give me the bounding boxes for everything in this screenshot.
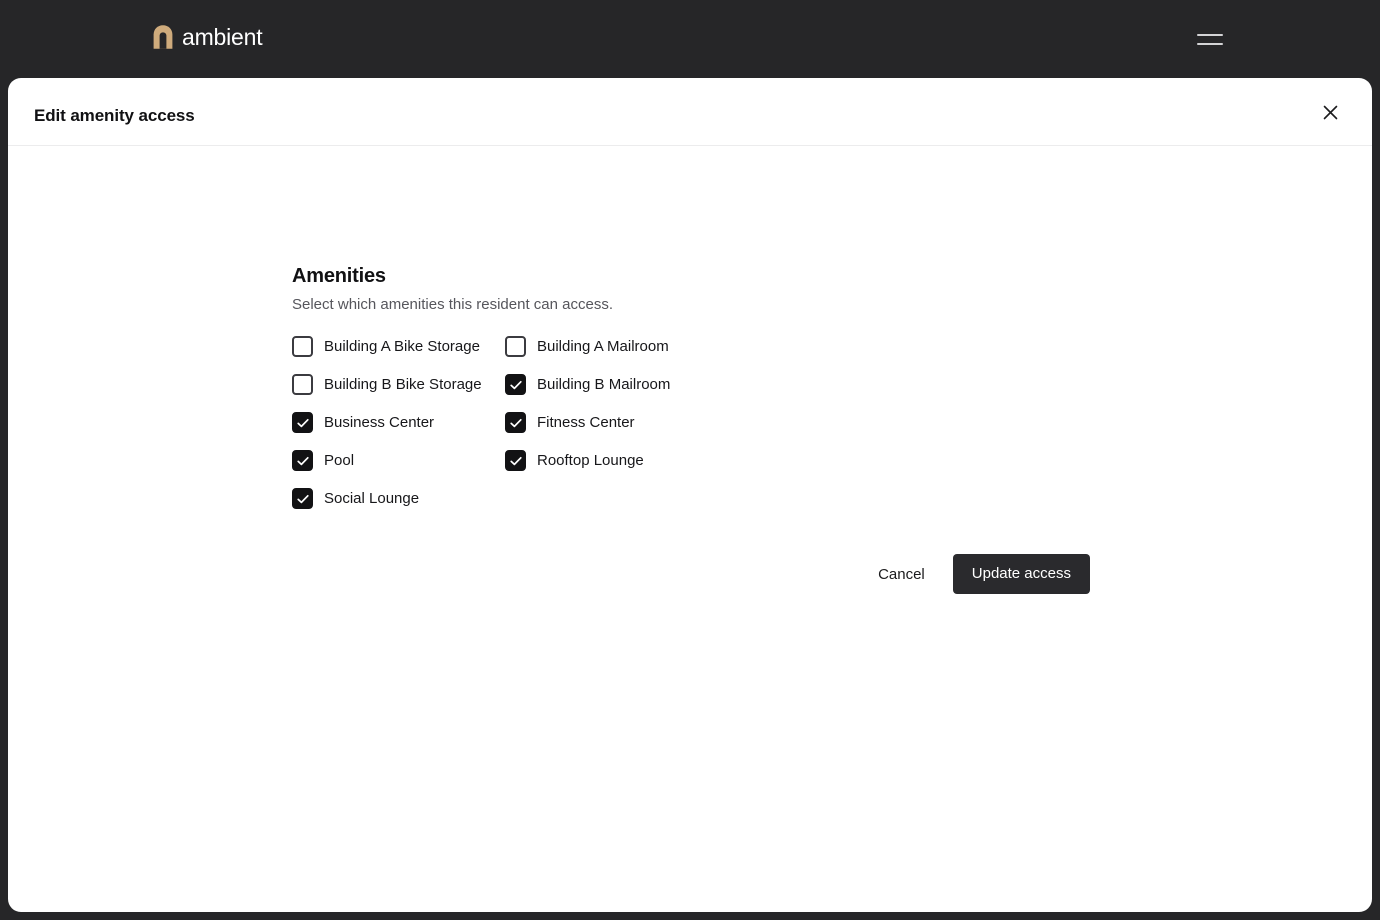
amenity-label: Social Lounge: [324, 489, 420, 507]
amenity-item[interactable]: Social Lounge: [292, 487, 505, 510]
app-bar: ambient: [0, 0, 1380, 78]
modal-actions: Cancel Update access: [292, 554, 1090, 594]
hamburger-menu-icon[interactable]: [1195, 25, 1225, 53]
amenity-label: Business Center: [324, 413, 435, 431]
checkbox-unchecked-icon[interactable]: [292, 374, 313, 395]
amenity-item[interactable]: Building A Bike Storage: [292, 335, 505, 358]
amenity-label: Pool: [324, 451, 355, 469]
modal-title: Edit amenity access: [34, 106, 195, 125]
cancel-button[interactable]: Cancel: [870, 558, 933, 591]
amenity-label: Rooftop Lounge: [537, 451, 644, 469]
checkbox-checked-icon[interactable]: [292, 488, 313, 509]
menu-bar-1: [1197, 33, 1223, 36]
edit-amenity-access-modal: Edit amenity access Amenities Select whi…: [8, 78, 1372, 912]
amenities-section: Amenities Select which amenities this re…: [292, 264, 1052, 510]
checkbox-checked-icon[interactable]: [292, 450, 313, 471]
section-subtitle: Select which amenities this resident can…: [292, 296, 613, 313]
checkbox-checked-icon[interactable]: [292, 412, 313, 433]
amenity-item[interactable]: Building B Mailroom: [505, 373, 772, 396]
update-access-button[interactable]: Update access: [952, 554, 1090, 594]
arch-logo-icon: [152, 24, 174, 50]
amenity-checkbox-grid: Building A Bike Storage Building A Mailro…: [292, 335, 772, 510]
amenity-label: Building B Bike Storage: [324, 375, 482, 393]
amenity-item[interactable]: Fitness Center: [505, 411, 772, 434]
checkbox-unchecked-icon[interactable]: [292, 336, 313, 357]
checkbox-checked-icon[interactable]: [505, 412, 526, 433]
brand-name: ambient: [182, 24, 263, 50]
amenity-item[interactable]: Building B Bike Storage: [292, 373, 505, 396]
checkbox-checked-icon[interactable]: [505, 450, 526, 471]
modal-header: Edit amenity access: [8, 78, 1372, 146]
brand[interactable]: ambient: [152, 24, 263, 50]
checkbox-unchecked-icon[interactable]: [505, 336, 526, 357]
section-title: Amenities: [292, 265, 386, 287]
checkbox-checked-icon[interactable]: [505, 374, 526, 395]
menu-bar-2: [1197, 42, 1223, 45]
amenity-label: Building A Bike Storage: [324, 337, 480, 355]
amenity-label: Fitness Center: [537, 413, 635, 431]
close-icon[interactable]: [1316, 98, 1344, 126]
amenity-item[interactable]: Business Center: [292, 411, 505, 434]
amenity-label: Building B Mailroom: [537, 375, 671, 393]
amenity-item[interactable]: Rooftop Lounge: [505, 449, 772, 472]
amenity-item[interactable]: Pool: [292, 449, 505, 472]
amenity-label: Building A Mailroom: [537, 337, 669, 355]
amenity-item[interactable]: Building A Mailroom: [505, 335, 772, 358]
